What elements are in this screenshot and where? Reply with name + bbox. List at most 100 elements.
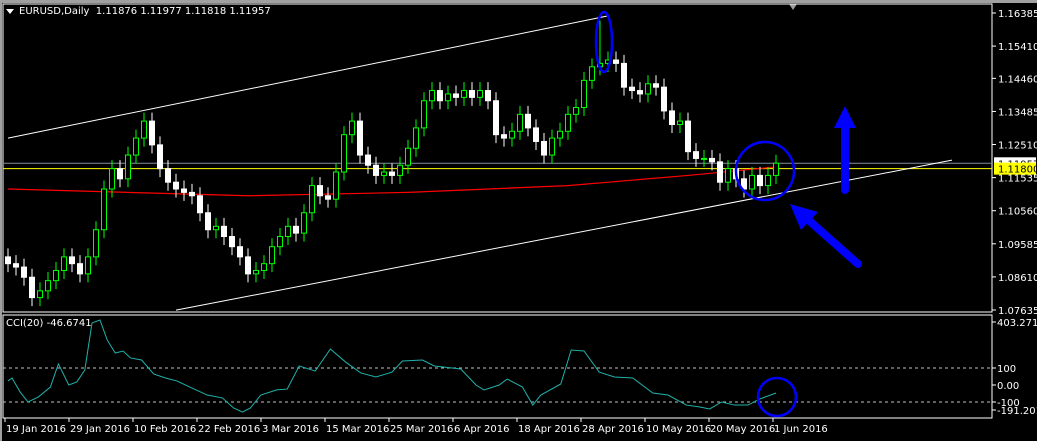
candle-body: [373, 164, 379, 176]
candle-body: [389, 171, 395, 176]
candle-body: [533, 127, 539, 142]
candle-body: [581, 79, 587, 109]
candle-body: [677, 120, 683, 126]
left-frame: [0, 0, 2, 441]
candle-body: [453, 93, 459, 98]
candle-body: [445, 93, 451, 102]
candle-body: [53, 269, 59, 282]
candle-body: [181, 188, 187, 193]
candle-body: [141, 120, 147, 139]
candle-body: [485, 90, 491, 102]
candle-body: [309, 185, 315, 214]
candle-body: [93, 229, 99, 258]
candle-body: [501, 134, 507, 139]
candle-body: [621, 62, 627, 88]
candle-body: [701, 157, 707, 160]
candle-body: [125, 154, 131, 180]
candle-body: [37, 290, 43, 299]
cci-title: CCI(20) -46.6741: [6, 318, 92, 329]
candle-body: [285, 225, 291, 238]
candle-body: [333, 171, 339, 200]
candle-body: [773, 162, 779, 176]
candle-body: [749, 174, 755, 190]
date-tick-label: 18 Apr 2016: [518, 424, 580, 435]
cci-tick-label: -191.2012: [997, 406, 1037, 417]
candle-body: [109, 168, 115, 190]
candle-body: [349, 120, 355, 136]
date-tick-label: 20 May 2016: [710, 424, 775, 435]
date-tick-label: 6 Apr 2016: [454, 424, 509, 435]
candle-body: [293, 225, 299, 234]
date-tick-label: 28 Apr 2016: [582, 424, 644, 435]
candle-body: [365, 154, 371, 166]
price-tick-label: 1.16385: [998, 9, 1037, 20]
candle-body: [717, 161, 723, 183]
candle-body: [405, 147, 411, 166]
candle-body: [165, 168, 171, 183]
candle-body: [685, 120, 691, 153]
candle-body: [29, 276, 35, 299]
candle-body: [269, 246, 275, 265]
candle-body: [5, 256, 11, 265]
candle-body: [629, 86, 635, 92]
candle-body: [661, 86, 667, 112]
top-frame: [0, 0, 1037, 3]
candle-body: [253, 269, 259, 275]
candle-body: [61, 256, 67, 271]
candle-body: [221, 225, 227, 238]
candle-body: [765, 174, 771, 187]
price-tick-label: 1.13485: [998, 107, 1037, 118]
candle-body: [101, 188, 107, 231]
candle-body: [397, 164, 403, 176]
candle-body: [13, 263, 19, 268]
candle-body: [421, 100, 427, 129]
candle-body: [69, 256, 75, 265]
candle-body: [549, 137, 555, 156]
candle-body: [357, 120, 363, 156]
date-tick-label: 1 Jun 2016: [774, 424, 828, 435]
date-tick-label: 25 Mar 2016: [390, 424, 453, 435]
candle-body: [493, 100, 499, 136]
candle-body: [477, 90, 483, 98]
candle-body: [589, 66, 595, 81]
candle-body: [613, 59, 619, 64]
candle-body: [213, 225, 219, 231]
candle-body: [645, 83, 651, 95]
price-tick-label: 1.09585: [998, 240, 1037, 251]
price-chart[interactable]: 1.163851.154101.144601.134851.125101.115…: [0, 0, 1037, 441]
date-tick-label: 3 Mar 2016: [262, 424, 319, 435]
candle-body: [341, 134, 347, 173]
price-tick-label: 1.08610: [998, 273, 1037, 284]
candle-body: [437, 90, 443, 102]
chart-header: EURUSD,Daily 1.11876 1.11977 1.11818 1.1…: [6, 6, 271, 17]
cci-tick-label: 403.271: [997, 318, 1037, 329]
candle-body: [725, 168, 731, 183]
price-tick-label: 1.15410: [998, 42, 1037, 53]
candle-body: [461, 90, 467, 98]
candle-body: [669, 110, 675, 126]
candle-body: [757, 174, 763, 187]
candle-body: [277, 236, 283, 248]
candle-body: [133, 137, 139, 156]
date-tick-label: 10 Feb 2016: [134, 424, 196, 435]
level-price-label: 1.11800: [998, 165, 1037, 176]
candle-body: [413, 127, 419, 149]
candle-body: [325, 195, 331, 200]
price-tick-label: 1.10560: [998, 207, 1037, 218]
date-tick-label: 10 May 2016: [646, 424, 711, 435]
candle-body: [205, 212, 211, 231]
candle-body: [653, 83, 659, 88]
candle-body: [245, 256, 251, 275]
candle-body: [77, 263, 83, 275]
date-tick-label: 29 Jan 2016: [70, 424, 130, 435]
candle-body: [541, 140, 547, 156]
candle-body: [237, 246, 243, 258]
candle-body: [189, 191, 195, 197]
candle-body: [21, 266, 27, 278]
candle: [341, 126, 347, 181]
candle-body: [381, 171, 387, 176]
dropdown-triangle-icon[interactable]: [6, 8, 14, 14]
candle-body: [709, 157, 715, 163]
candle-body: [573, 107, 579, 115]
candle-body: [301, 212, 307, 234]
